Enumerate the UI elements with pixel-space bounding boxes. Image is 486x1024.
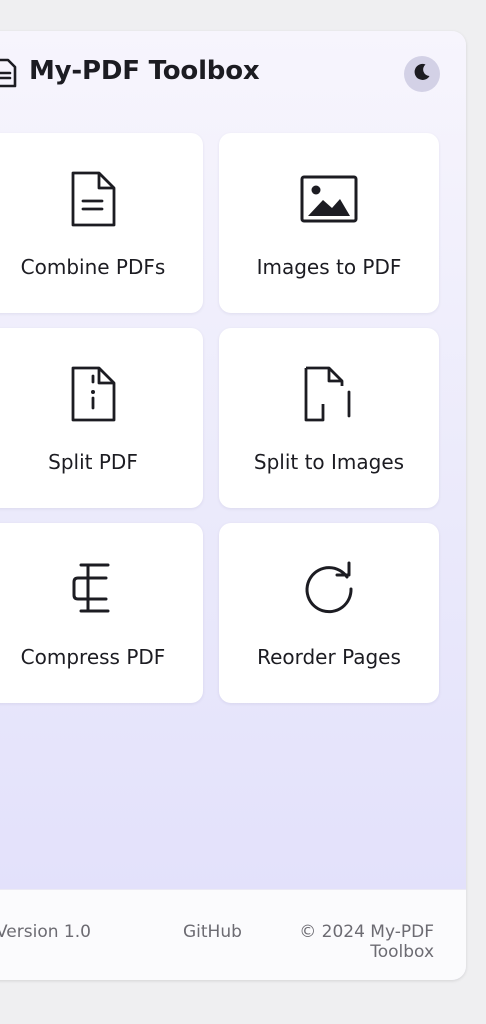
split-document-icon (0, 364, 203, 424)
tool-label: Combine PDFs (20, 255, 166, 279)
app-title: My-PDF Toolbox (29, 56, 260, 86)
tool-card-split-to-images[interactable]: Split to Images (219, 328, 439, 508)
tool-label: Split to Images (253, 450, 405, 474)
document-lines-icon (0, 169, 203, 229)
tool-label: Compress PDF (20, 645, 166, 669)
tool-label: Reorder Pages (257, 645, 401, 669)
moon-icon (412, 62, 432, 86)
header: My-PDF Toolbox (0, 31, 466, 119)
tool-card-compress-pdf[interactable]: Compress PDF (0, 523, 203, 703)
app-panel: My-PDF Toolbox Combine PDFs Images to PD… (0, 31, 466, 980)
github-link[interactable]: GitHub (183, 922, 242, 942)
tool-card-reorder-pages[interactable]: Reorder Pages (219, 523, 439, 703)
copyright-line-2: Toolbox (370, 942, 434, 962)
tool-label: Split PDF (48, 450, 138, 474)
tool-card-split-pdf[interactable]: Split PDF (0, 328, 203, 508)
copyright-line-1: © 2024 My-PDF (299, 922, 434, 942)
document-icon (0, 58, 18, 88)
copyright-text: © 2024 My-PDF Toolbox (264, 922, 434, 962)
clamp-icon (0, 559, 203, 619)
image-icon (219, 169, 439, 229)
tool-card-combine-pdfs[interactable]: Combine PDFs (0, 133, 203, 313)
split-to-images-icon (219, 364, 439, 424)
rotate-icon (219, 559, 439, 619)
theme-toggle-button[interactable] (404, 56, 440, 92)
footer: Version 1.0 GitHub © 2024 My-PDF Toolbox (0, 889, 466, 980)
tool-label: Images to PDF (256, 255, 402, 279)
tool-card-images-to-pdf[interactable]: Images to PDF (219, 133, 439, 313)
version-text: Version 1.0 (0, 922, 91, 942)
